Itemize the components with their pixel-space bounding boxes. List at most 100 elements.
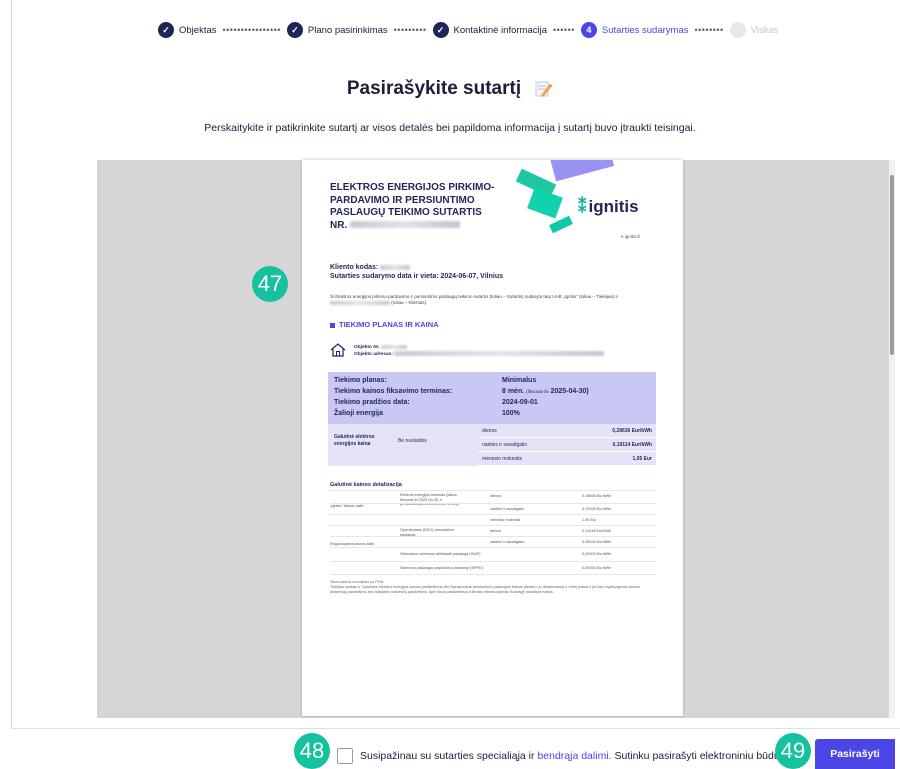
table-row: nakties ir savaitgalio 0,12528 Eur/kWh [330,503,656,514]
contract-footnote: Visos kainos nurodytos su PVM. Tiekėjas … [330,580,656,595]
final-price: Galutinė elektros energijos kaina Be nuo… [328,424,656,466]
intro-text: Ši Elektros energijos pirkimo-pardavimo … [330,294,618,299]
price-detail-table: „Ignitis" kainos dalis Elektros energijo… [330,490,656,580]
contract-intro: Ši Elektros energijos pirkimo-pardavimo … [330,294,660,306]
table-row: „Ignitis" kainos dalis Elektros energijo… [330,490,656,508]
footer-bar [11,728,900,769]
plan-table: Tiekimo planas: Minimalus Tiekimo kainos… [328,372,656,466]
price-row: dienos 0,28636 Eur/kWh [478,424,656,438]
detail-period: mėnesio mokestis [490,518,521,522]
check-icon: ✓ [286,22,303,38]
step-badge-49: 49 [775,733,811,769]
step-badge-47: 47 [252,266,288,302]
check-icon: ✓ [432,22,449,38]
step-connector: •••••••• [694,25,724,35]
plan-value: 2024-09-01 [502,399,538,406]
contract-page: ELEKTROS ENERGIJOS PIRKIMO-PARDAVIMO IR … [302,160,683,716]
step-objektas[interactable]: ✓ Objektas [158,22,217,38]
plan-label: Tiekimo planas: [334,377,387,384]
step-number: 4 [580,22,597,38]
check-icon: ✓ [158,22,174,38]
price-value: 0,28636 Eur/kWh [612,427,652,434]
step-plano-pasirinkimas[interactable]: ✓ Plano pasirinkimas [286,22,388,38]
table-row: Reguliuojama kainos dalis Operatoriaus (… [330,525,656,546]
detail-period: dienos [490,529,502,533]
step-connector: •••••• [552,25,575,35]
house-icon [330,343,346,357]
price-row: mėnesio mokestis 1,05 Eur [478,452,656,466]
final-price-discount: Be nuolaidos [398,438,427,444]
contract-number-label: NR. [330,219,348,231]
price-period: nakties ir savaitgalio [482,441,528,448]
step-label: Plano pasirinkimas [307,24,388,36]
step-connector: •••••••••••••••• [222,25,281,35]
step-label: Viskas [750,24,779,36]
table-row: Sistemos paslaugos papildoma dedamoji (S… [330,561,656,575]
viewer-scroll-thumb[interactable] [890,175,894,355]
step-viskas: Viskas [729,22,779,38]
price-value: 1,05 Eur [632,455,652,462]
plan-term: 8 mėn. [502,388,525,395]
final-price-label: Galutinė elektros energijos kaina [334,434,375,447]
price-rows: dienos 0,28636 Eur/kWh nakties ir savaitg… [478,424,656,466]
consent-after: Sutinku pasirašyti elektroniniu būdu. [614,750,783,762]
detail-period: dienos [490,494,502,498]
price-value: 0,19114 Eur/kWh [612,441,652,448]
step-connector: ••••••••• [393,25,427,35]
page-title: Pasirašykite sutartį [346,78,522,99]
detail-value: 0,00054 Eur/kWh [582,566,612,570]
contract-date-place: Sutarties sudarymo data ir vieta: 2024-0… [330,273,504,280]
decor-shape [549,160,615,182]
footnote-changes: Tiekėjas nustato ir Galutinės elektros e… [330,585,640,594]
client-code-block: Kliento kodas: Sutarties sudarymo data i… [330,263,503,281]
step-label: Kontaktinė informacija [453,24,547,36]
plan-summary: Tiekimo planas: Minimalus Tiekimo kainos… [328,372,656,424]
ignitis-logo: ⁑ ignitis [578,197,639,217]
redacted-object-address [394,351,605,357]
plan-value: Minimalus [502,377,537,384]
consent-checkbox[interactable] [337,748,353,764]
decor-shape [527,187,563,219]
detail-value: 0,06034 Eur/kWh [582,540,612,544]
contract-title: ELEKTROS ENERGIJOS PIRKIMO-PARDAVIMO IR … [330,182,520,232]
plan-value: 8 mėn. (fiksuota iki 2025-04-30) [502,387,650,398]
table-row: Viešuosius interesus atitinkanti paslaug… [330,547,656,561]
step-badge-48: 48 [294,733,330,769]
intro-tail: (toliau – Klientas). [391,300,428,305]
table-row: mėnesio mokestis 1,05 Eur [330,514,656,525]
detail-value: 0,11418 Eur/kWh [582,529,612,533]
logo-text: ignitis [588,197,639,216]
decor-shape [549,215,573,234]
detail-item: Sistemos paslaugos papildoma dedamoji (S… [400,566,483,570]
redacted-client-name [330,300,390,305]
detail-heading: Galutinė kainos detalizacija [330,482,402,488]
redacted-object-number [380,344,407,349]
price-period: dienos [482,427,497,434]
plan-value: 100% [502,410,520,417]
consent-before: Susipažinau su sutarties specialiąja ir [360,750,535,762]
redacted-client-code [380,264,411,270]
signature-pen-icon [535,81,553,97]
plan-label: Žalioji energija [334,410,384,417]
detail-item: Viešuosius interesus atitinkanti paslaug… [400,552,481,556]
detail-value: 0,12528 Eur/kWh [582,507,612,511]
plan-term-date: 2025-04-30) [550,388,589,395]
title-row: Pasirašykite sutartį [0,78,900,100]
progress-stepper: ✓ Objektas •••••••••••••••• ✓ Plano pasi… [158,20,779,40]
step-sutarties-sudarymas: 4 Sutarties sudarymas [580,22,689,38]
detail-value: 1,05 Eur [582,518,597,522]
object-number-label: Objekto Nr. [354,345,380,350]
general-part-link[interactable]: bendrąja dalimi. [537,750,611,762]
plan-term-small: (fiksuota iki [526,389,549,394]
detail-period: nakties ir savaitgalio [490,540,525,544]
step-kontaktine-informacija[interactable]: ✓ Kontaktinė informacija [432,22,547,38]
logo-url: e.ignitis.lt [621,234,640,239]
step-label: Sutarties sudarymas [601,24,689,36]
sign-button[interactable]: Pasirašyti [815,739,895,769]
detail-period: nakties ir savaitgalio [490,507,525,511]
object-info: Objekto Nr. Objekto adresas: [354,344,605,358]
plan-label: Tiekimo kainos fiksavimo terminas: [334,388,453,395]
price-period: mėnesio mokestis [482,455,523,462]
ignitis-logo-icon: ⁑ [578,197,587,216]
client-code-label: Kliento kodas: [330,264,379,271]
